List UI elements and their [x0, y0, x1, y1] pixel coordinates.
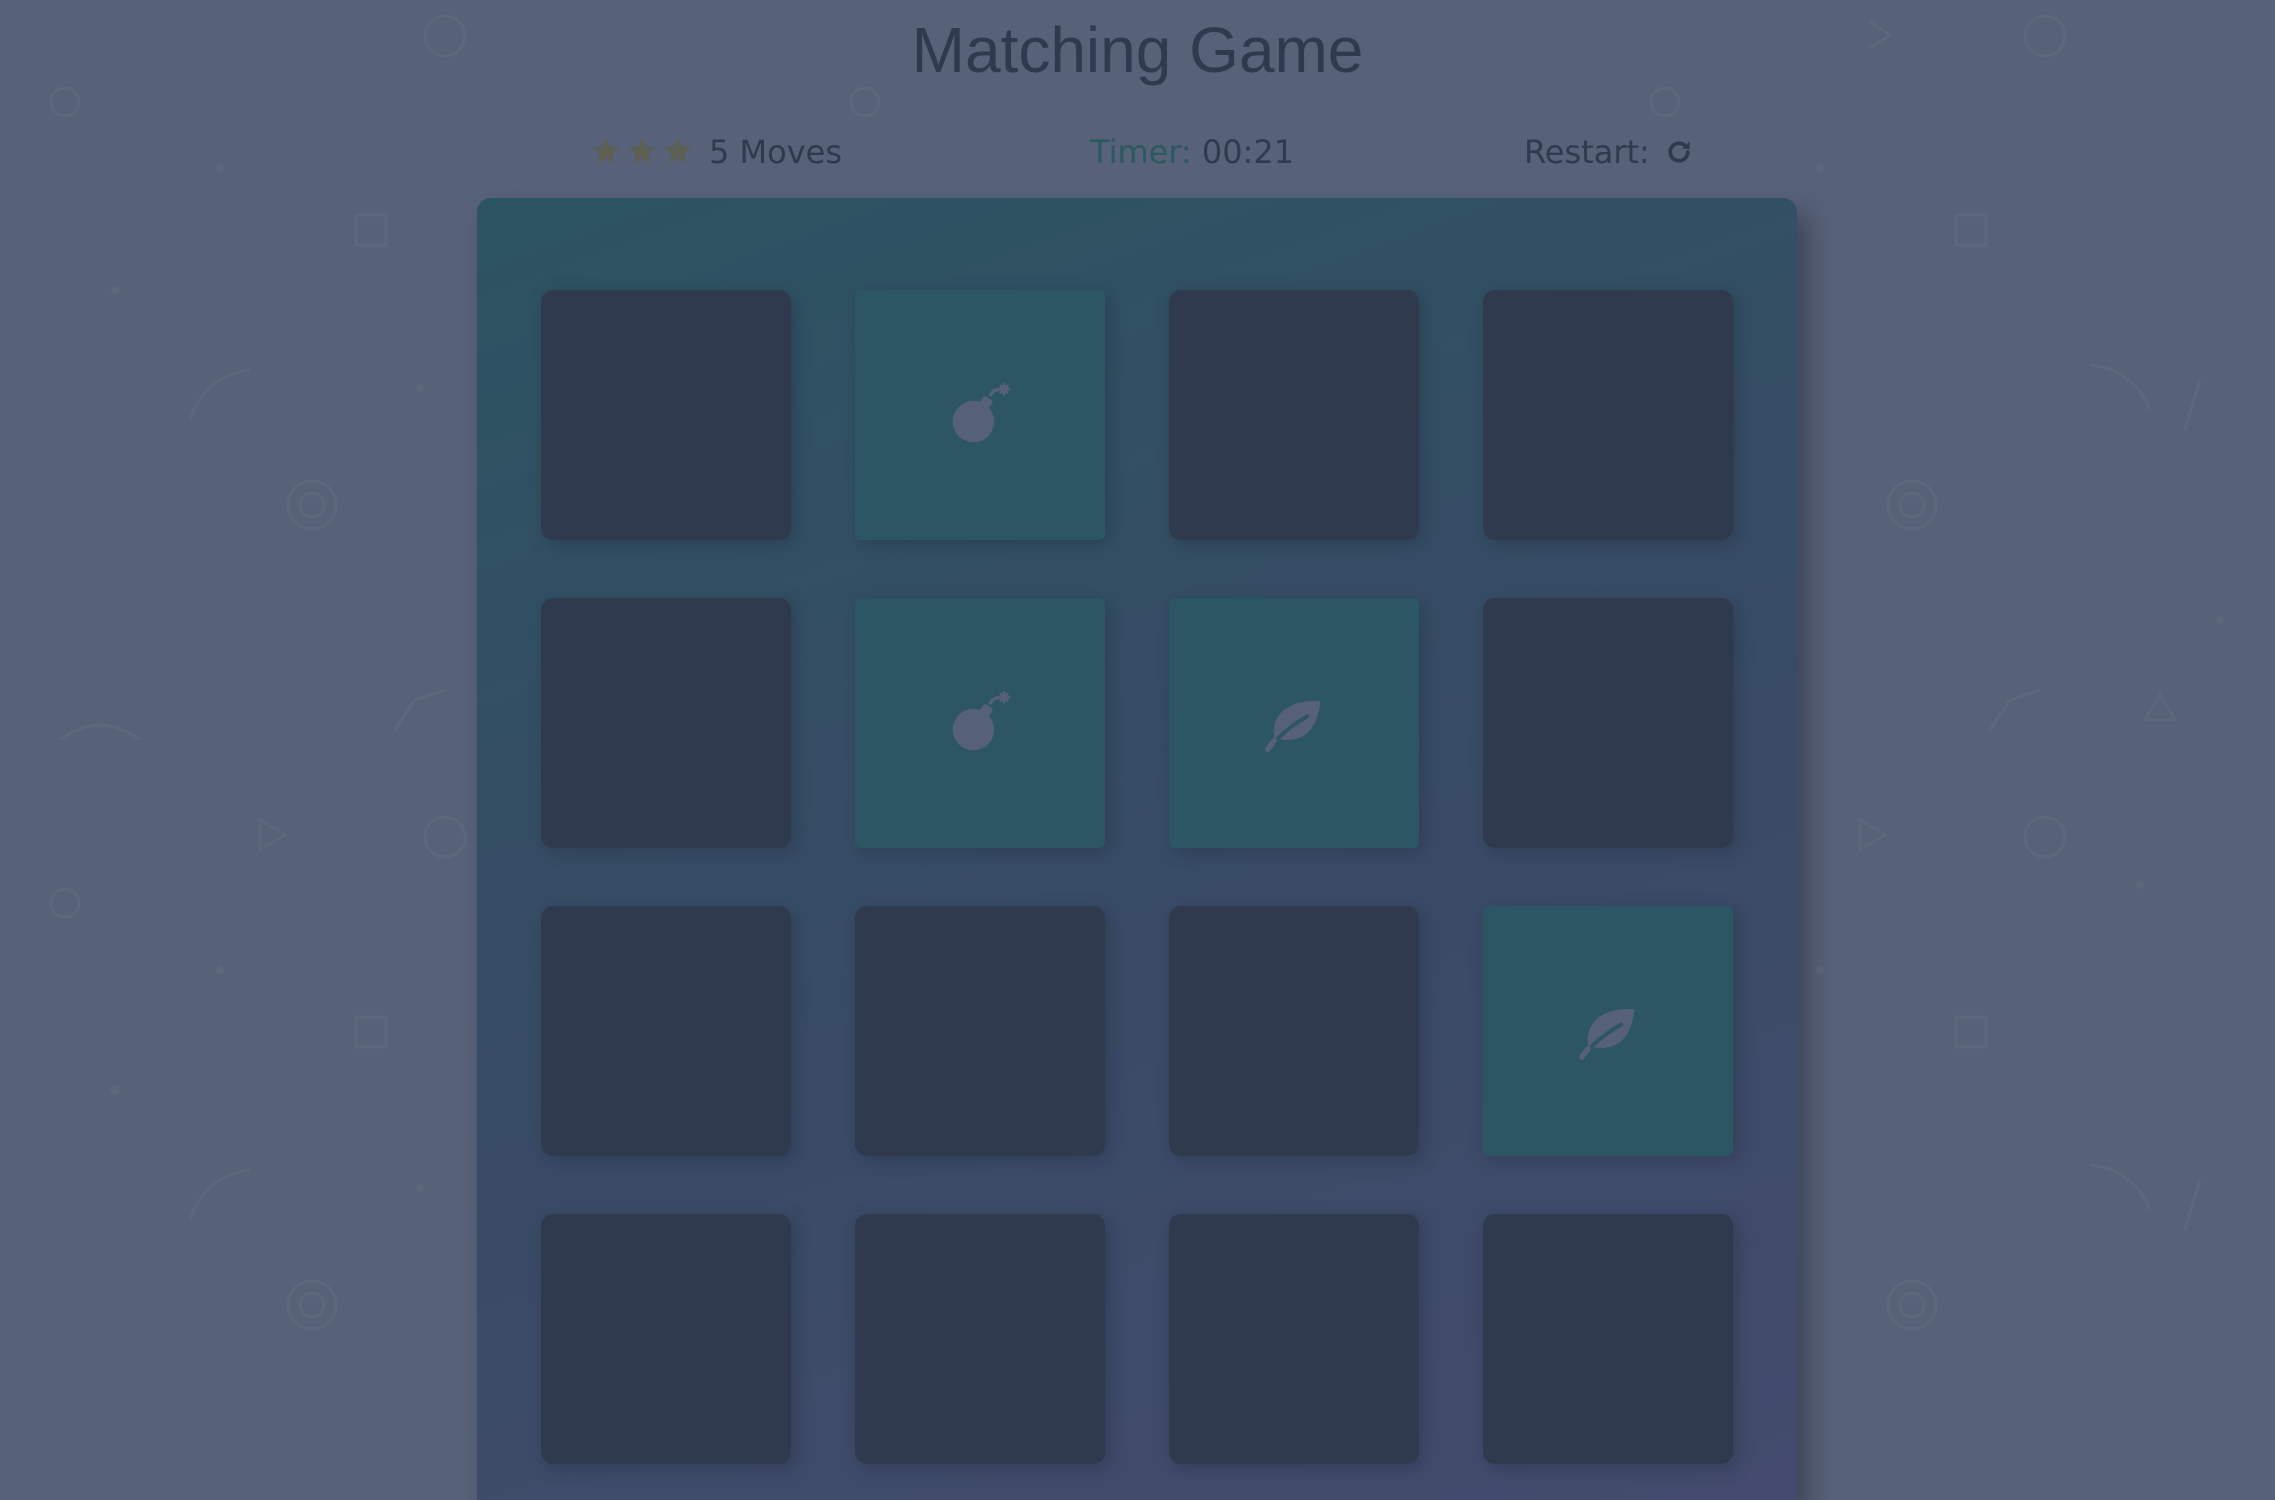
- card-closed[interactable]: [1169, 290, 1419, 540]
- star-rating: [590, 135, 694, 167]
- card-closed[interactable]: [1483, 290, 1733, 540]
- timer-value: 00:21: [1201, 133, 1295, 171]
- bomb-icon: [945, 380, 1015, 450]
- card-closed[interactable]: [541, 906, 791, 1156]
- star-icon: [590, 135, 622, 167]
- card-deck: [477, 198, 1797, 1500]
- card-open[interactable]: [855, 598, 1105, 848]
- bomb-icon: [945, 688, 1015, 758]
- card-closed[interactable]: [855, 1214, 1105, 1464]
- leaf-icon: [1259, 688, 1329, 758]
- card-open[interactable]: [1483, 906, 1733, 1156]
- card-closed[interactable]: [1483, 598, 1733, 848]
- card-closed[interactable]: [541, 598, 791, 848]
- card-open[interactable]: [855, 290, 1105, 540]
- page-title: Matching Game: [911, 14, 1364, 86]
- card-closed[interactable]: [1483, 1214, 1733, 1464]
- moves-counter: 5 Moves: [709, 133, 843, 171]
- leaf-icon: [1573, 996, 1643, 1066]
- card-closed[interactable]: [1169, 1214, 1419, 1464]
- card-closed[interactable]: [1169, 906, 1419, 1156]
- restart-icon[interactable]: [1664, 137, 1694, 167]
- card-closed[interactable]: [541, 290, 791, 540]
- timer: Timer: 00:21: [1090, 133, 1294, 171]
- star-icon: [662, 135, 694, 167]
- card-open[interactable]: [1169, 598, 1419, 848]
- timer-label: Timer:: [1090, 133, 1192, 171]
- restart-label: Restart:: [1524, 133, 1650, 171]
- card-closed[interactable]: [855, 906, 1105, 1156]
- score-panel: 5 Moves Timer: 00:21 Restart:: [0, 129, 2275, 179]
- star-icon: [626, 135, 658, 167]
- card-closed[interactable]: [541, 1214, 791, 1464]
- restart-button[interactable]: Restart:: [1524, 133, 1694, 171]
